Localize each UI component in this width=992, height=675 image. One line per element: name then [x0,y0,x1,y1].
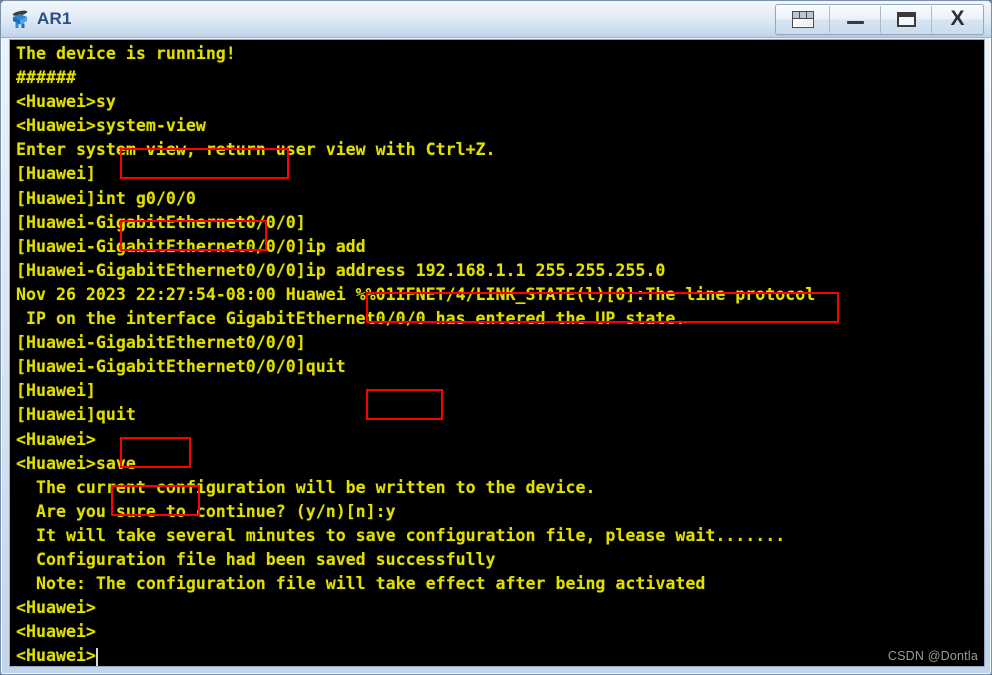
terminal-line: [Huawei-GigabitEthernet0/0/0]ip address … [16,260,666,280]
close-icon: X [950,6,965,30]
terminal-line: Nov 26 2023 22:27:54-08:00 Huawei %%01IF… [16,284,816,304]
terminal-line: [Huawei] [16,381,96,401]
terminal-line: [Huawei] [16,164,96,184]
terminal-line: IP on the interface GigabitEthernet0/0/0… [16,309,686,329]
terminal-line: [Huawei-GigabitEthernet0/0/0] [16,212,306,232]
terminal-line: It will take several minutes to save con… [16,525,786,545]
terminal-line: <Huawei>save [16,453,136,473]
maximize-button[interactable] [881,5,932,33]
terminal-line: The current configuration will be writte… [16,477,596,497]
terminal-line: <Huawei> [16,429,96,449]
terminal-line: [Huawei-GigabitEthernet0/0/0]quit [16,357,346,377]
window-controls: X [775,3,984,35]
terminal-line: The device is running! [16,44,236,63]
tile-windows-icon [791,10,814,28]
terminal-line: Configuration file had been saved succes… [16,549,496,569]
window-titlebar[interactable]: AR1 X [1,1,991,38]
terminal-line: [Huawei-GigabitEthernet0/0/0]ip add [16,236,366,256]
watermark: CSDN @Dontla [887,649,978,663]
close-button[interactable]: X [932,6,983,33]
terminal-line: [Huawei]quit [16,405,136,425]
router-device-icon [9,8,31,30]
window-title: AR1 [37,9,72,28]
terminal-line: [Huawei]int g0/0/0 [16,188,196,208]
terminal-line: <Huawei>system-view [16,116,206,136]
terminal-line: Are you sure to continue? (y/n)[n]:y [16,501,396,521]
terminal-line: ###### [16,68,76,88]
terminal-line: <Huawei> [16,598,96,618]
cli-window: AR1 X The device is running! ###### <Huawe… [0,0,992,675]
terminal-line: Note: The configuration file will take e… [16,574,706,594]
terminal-output-area[interactable]: The device is running! ###### <Huawei>sy <H… [10,40,984,666]
minimize-button[interactable] [830,5,881,33]
terminal-line: <Huawei>sy [16,92,116,112]
terminal-line: [Huawei-GigabitEthernet0/0/0] [16,333,306,353]
minimize-icon [846,14,864,25]
terminal-line: Enter system view, return user view with… [16,140,496,160]
terminal-line: <Huawei> [16,622,96,642]
terminal-frame: The device is running! ###### <Huawei>sy <H… [9,39,985,667]
restore-tile-button[interactable] [776,5,830,33]
titlebar-left-group: AR1 [1,8,775,30]
terminal-lines: The device is running! ###### <Huawei>sy <H… [16,42,815,666]
maximize-icon [896,11,916,27]
terminal-line: <Huawei> [16,646,96,666]
terminal-cursor [95,647,98,666]
